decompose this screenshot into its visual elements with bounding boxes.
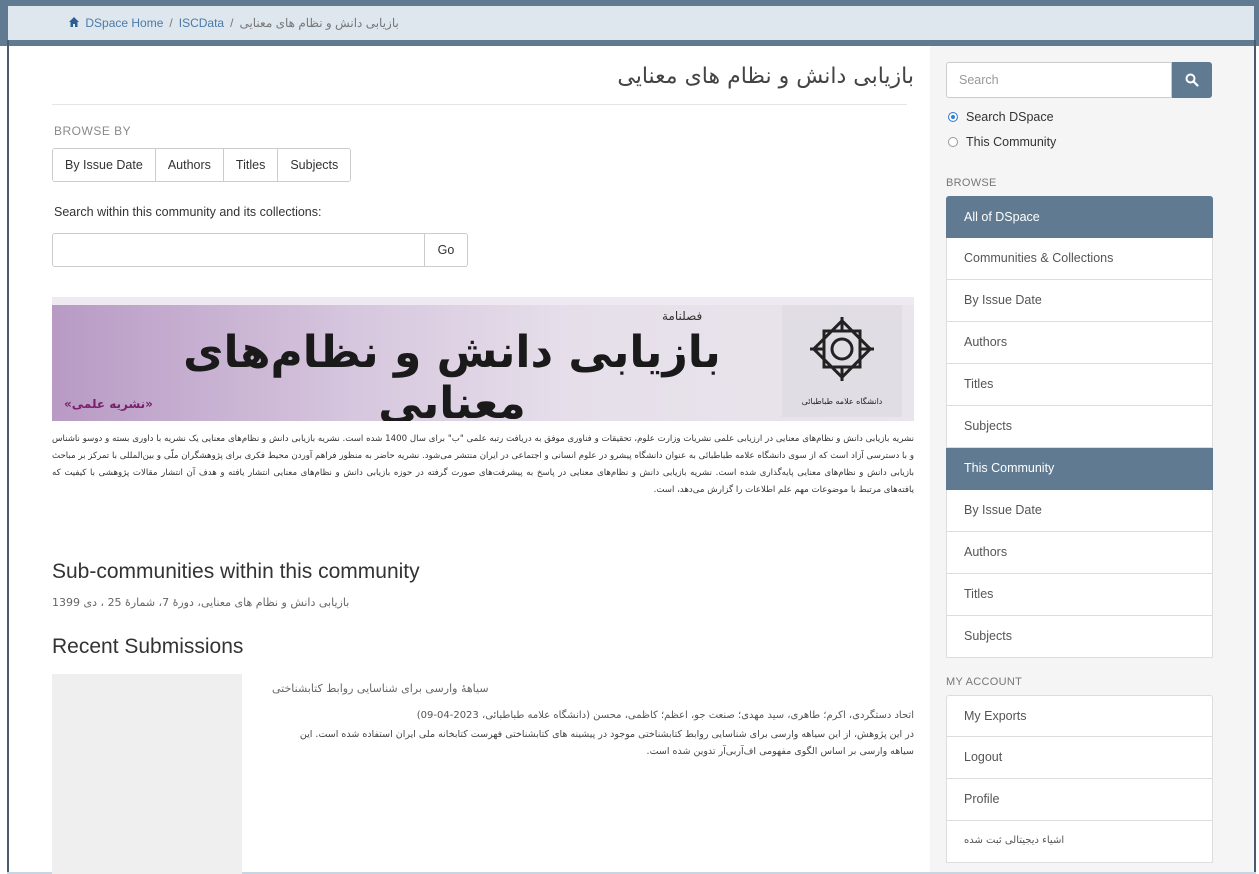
item-abstract: در این پژوهش، از این سیاهه وارسی برای شن… bbox=[299, 729, 914, 757]
sidebar-item-community-titles[interactable]: Titles bbox=[946, 574, 1213, 616]
banner-title: بازیابی دانش و نظام‌های معنایی bbox=[183, 327, 721, 421]
sub-communities-heading: Sub-communities within this community bbox=[52, 560, 420, 583]
browse-by-titles-button[interactable]: Titles bbox=[223, 149, 279, 181]
sidebar-item-authors[interactable]: Authors bbox=[946, 322, 1213, 364]
radio-this-community[interactable]: This Community bbox=[948, 135, 1056, 149]
sidebar-item-this-community[interactable]: This Community bbox=[946, 448, 1213, 490]
radio-this-community-label: This Community bbox=[966, 135, 1057, 149]
banner-subtitle: فصلنامة bbox=[662, 309, 703, 323]
window-right-border bbox=[1254, 40, 1256, 874]
browse-by-button-group: By Issue Date Authors Titles Subjects bbox=[52, 148, 352, 182]
breadcrumb-separator: / bbox=[230, 16, 234, 30]
item-title-link[interactable]: سیاههٔ وارسی برای شناسایی روابط کتابشناخ… bbox=[272, 682, 489, 695]
sidebar-item-all-of-dspace[interactable]: All of DSpace bbox=[946, 196, 1213, 238]
breadcrumb-home-link[interactable]: DSpace Home bbox=[68, 16, 163, 30]
title-divider bbox=[52, 104, 907, 105]
sidebar-item-subjects[interactable]: Subjects bbox=[946, 406, 1213, 448]
sidebar-item-community-authors[interactable]: Authors bbox=[946, 532, 1213, 574]
university-logo-text: دانشگاه علامه طباطبائی bbox=[801, 397, 883, 406]
browse-by-authors-button[interactable]: Authors bbox=[155, 149, 224, 181]
breadcrumb-home-label: DSpace Home bbox=[85, 16, 164, 30]
sidebar-search-button[interactable] bbox=[1172, 62, 1212, 98]
university-logo: دانشگاه علامه طباطبائی bbox=[782, 305, 902, 417]
sidebar-item-logout[interactable]: Logout bbox=[946, 737, 1213, 779]
community-search-input[interactable] bbox=[52, 233, 425, 267]
community-description: نشریه بازیابی دانش و نظام‌های معنایی در … bbox=[52, 434, 914, 495]
radio-search-dspace[interactable]: Search DSpace bbox=[948, 110, 1054, 124]
breadcrumb-separator: / bbox=[169, 16, 173, 30]
item-thumbnail[interactable] bbox=[52, 674, 242, 874]
home-icon bbox=[69, 17, 79, 27]
go-button[interactable]: Go bbox=[425, 233, 468, 267]
community-search-row: Go bbox=[52, 233, 468, 267]
browse-by-issue-date-button[interactable]: By Issue Date bbox=[53, 149, 156, 181]
search-within-label: Search within this community and its col… bbox=[54, 205, 322, 219]
sidebar-browse-label: BROWSE bbox=[946, 177, 997, 189]
sidebar-my-account-label: MY ACCOUNT bbox=[946, 676, 1023, 688]
breadcrumb: DSpace Home / ISCData / بازیابی دانش و ن… bbox=[8, 6, 1254, 40]
radio-search-dspace-label: Search DSpace bbox=[966, 110, 1054, 124]
page-title: بازیابی دانش و نظام های معنایی bbox=[617, 64, 914, 89]
banner-badge: «نشریه علمی» bbox=[64, 397, 153, 411]
sub-community-link[interactable]: بازیابی دانش و نظام های معنایی، دورهٔ 7،… bbox=[52, 596, 349, 609]
sidebar-item-community-subjects[interactable]: Subjects bbox=[946, 616, 1213, 658]
sidebar-search-input[interactable]: Search bbox=[946, 62, 1172, 98]
sidebar-item-digital-objects[interactable]: اشیاء دیجیتالی ثبت شده bbox=[946, 821, 1213, 863]
breadcrumb-current: بازیابی دانش و نظام های معنایی bbox=[239, 16, 399, 30]
breadcrumb-parent-link[interactable]: ISCData bbox=[179, 16, 224, 30]
sidebar-item-community-by-issue-date[interactable]: By Issue Date bbox=[946, 490, 1213, 532]
university-emblem-icon bbox=[810, 317, 874, 381]
radio-selected-icon bbox=[948, 112, 958, 122]
search-icon bbox=[1185, 73, 1199, 87]
window-left-border bbox=[7, 40, 9, 874]
sidebar-search: Search bbox=[946, 62, 1212, 98]
browse-by-label: BROWSE BY bbox=[54, 124, 132, 138]
recent-submissions-heading: Recent Submissions bbox=[52, 635, 244, 658]
sidebar-account-list: My Exports Logout Profile اشیاء دیجیتالی… bbox=[946, 695, 1213, 863]
sidebar-browse-list: All of DSpace Communities & Collections … bbox=[946, 196, 1213, 658]
sidebar-item-by-issue-date[interactable]: By Issue Date bbox=[946, 280, 1213, 322]
community-banner: فصلنامة بازیابی دانش و نظام‌های معنایی «… bbox=[52, 297, 914, 421]
radio-unselected-icon bbox=[948, 137, 958, 147]
sidebar-item-my-exports[interactable]: My Exports bbox=[946, 695, 1213, 737]
sidebar-item-communities-collections[interactable]: Communities & Collections bbox=[946, 238, 1213, 280]
sidebar-item-titles[interactable]: Titles bbox=[946, 364, 1213, 406]
item-authors: اتحاد دستگردی، اکرم؛ طاهری، سید مهدی؛ صن… bbox=[416, 710, 914, 721]
browse-by-subjects-button[interactable]: Subjects bbox=[278, 149, 351, 181]
banner-top-strip bbox=[52, 297, 914, 305]
sidebar-item-profile[interactable]: Profile bbox=[946, 779, 1213, 821]
